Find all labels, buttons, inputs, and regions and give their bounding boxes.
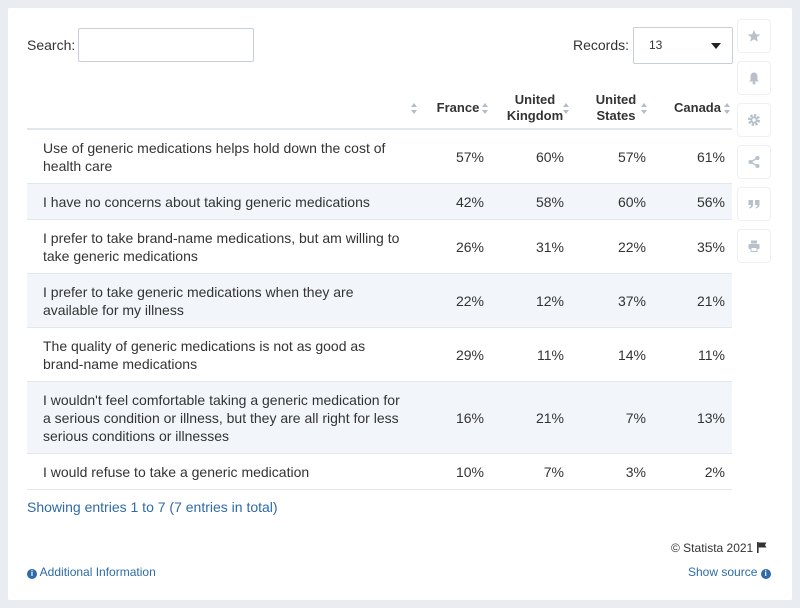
table-row: I prefer to take generic medications whe… <box>27 274 732 328</box>
cell-value: 22% <box>617 238 646 255</box>
cell-value: 26% <box>455 238 484 255</box>
row-label: I prefer to take brand-name medications,… <box>43 229 400 264</box>
entries-info: Showing entries 1 to 7 (7 entries in tot… <box>27 499 278 515</box>
row-label: I would refuse to take a generic medicat… <box>43 463 310 480</box>
cell-value: 14% <box>617 346 646 363</box>
additional-information-link[interactable]: i Additional Information <box>27 565 156 579</box>
copyright: © Statista 2021 <box>671 541 767 555</box>
cell-value: 2% <box>704 463 725 480</box>
row-label: I have no concerns about taking generic … <box>43 193 370 210</box>
cell-value: 11% <box>537 346 564 363</box>
column-header-france[interactable]: France <box>425 87 491 128</box>
table-row: I would refuse to take a generic medicat… <box>27 454 732 490</box>
row-label: Use of generic medications helps hold do… <box>43 139 386 174</box>
show-source-link[interactable]: Show source i <box>688 565 771 579</box>
quote-icon <box>748 200 760 209</box>
cell-value: 35% <box>696 238 725 255</box>
info-icon: i <box>760 569 771 579</box>
data-table: France United Kingdom United States Cana… <box>27 87 732 490</box>
cell-value: 60% <box>617 193 646 210</box>
settings-button[interactable] <box>738 104 770 136</box>
chevron-down-icon <box>711 43 721 49</box>
cell-value: 16% <box>455 409 484 426</box>
cell-value: 57% <box>455 148 484 165</box>
show-source-text: Show source <box>688 565 758 579</box>
cell-value: 13% <box>696 409 725 426</box>
cell-value: 22% <box>455 292 484 309</box>
records-select[interactable]: 13 <box>633 27 733 64</box>
cell-value: 7% <box>625 409 646 426</box>
table-row: Use of generic medications helps hold do… <box>27 130 732 184</box>
records-value: 13 <box>649 38 663 52</box>
print-button[interactable] <box>738 230 770 262</box>
table-row: I wouldn't feel comfortable taking a gen… <box>27 382 732 454</box>
sort-icon <box>563 102 569 114</box>
table-row: I have no concerns about taking generic … <box>27 184 732 220</box>
search-input[interactable] <box>78 28 254 62</box>
column-header-text: United Kingdom <box>506 91 564 123</box>
column-header-canada[interactable]: Canada <box>663 87 732 128</box>
gear-icon <box>748 114 760 126</box>
cell-value: 61% <box>696 148 725 165</box>
additional-information-text: Additional Information <box>39 565 156 579</box>
table-row: I prefer to take brand-name medications,… <box>27 220 732 274</box>
cell-value: 3% <box>625 463 646 480</box>
favorite-button[interactable] <box>738 20 770 52</box>
cell-value: 56% <box>696 193 725 210</box>
statista-card: Search: Records: 13 France United Kingdo… <box>8 8 792 600</box>
cell-value: 60% <box>535 148 564 165</box>
cell-value: 21% <box>696 292 725 309</box>
column-header-united-kingdom[interactable]: United Kingdom <box>499 87 571 128</box>
sort-icon <box>641 102 647 114</box>
sort-icon <box>482 102 488 114</box>
notification-button[interactable] <box>738 62 770 94</box>
cell-value: 37% <box>617 292 646 309</box>
table-header: France United Kingdom United States Cana… <box>27 87 732 130</box>
cell-value: 11% <box>698 346 725 363</box>
column-header-united-states[interactable]: United States <box>583 87 649 128</box>
cell-value: 29% <box>455 346 484 363</box>
cell-value: 58% <box>535 193 564 210</box>
sort-icon <box>724 102 730 114</box>
column-header-label[interactable] <box>27 87 421 128</box>
column-header-text: France <box>436 99 480 115</box>
cell-value: 7% <box>543 463 564 480</box>
cell-value: 12% <box>535 292 564 309</box>
column-header-text: United States <box>595 91 637 123</box>
search-label: Search: <box>27 37 76 53</box>
share-button[interactable] <box>738 146 770 178</box>
cite-button[interactable] <box>738 188 770 220</box>
table-body: Use of generic medications helps hold do… <box>27 130 732 490</box>
cell-value: 31% <box>535 238 564 255</box>
records-label: Records: <box>573 37 630 53</box>
bell-icon <box>749 72 759 85</box>
copyright-text: © Statista 2021 <box>671 541 754 555</box>
star-icon <box>747 30 761 42</box>
flag-icon[interactable] <box>757 542 767 553</box>
info-icon: i <box>27 569 37 579</box>
share-icon <box>748 156 760 168</box>
table-row: The quality of generic medications is no… <box>27 328 732 382</box>
row-label: I wouldn't feel comfortable taking a gen… <box>43 391 400 444</box>
row-label: I prefer to take generic medications whe… <box>43 283 354 318</box>
cell-value: 42% <box>455 193 484 210</box>
row-label: The quality of generic medications is no… <box>43 337 366 372</box>
column-header-text: Canada <box>674 99 721 115</box>
cell-value: 57% <box>617 148 646 165</box>
print-icon <box>748 240 760 252</box>
sort-icon <box>411 102 417 114</box>
cell-value: 21% <box>535 409 564 426</box>
cell-value: 10% <box>455 463 484 480</box>
